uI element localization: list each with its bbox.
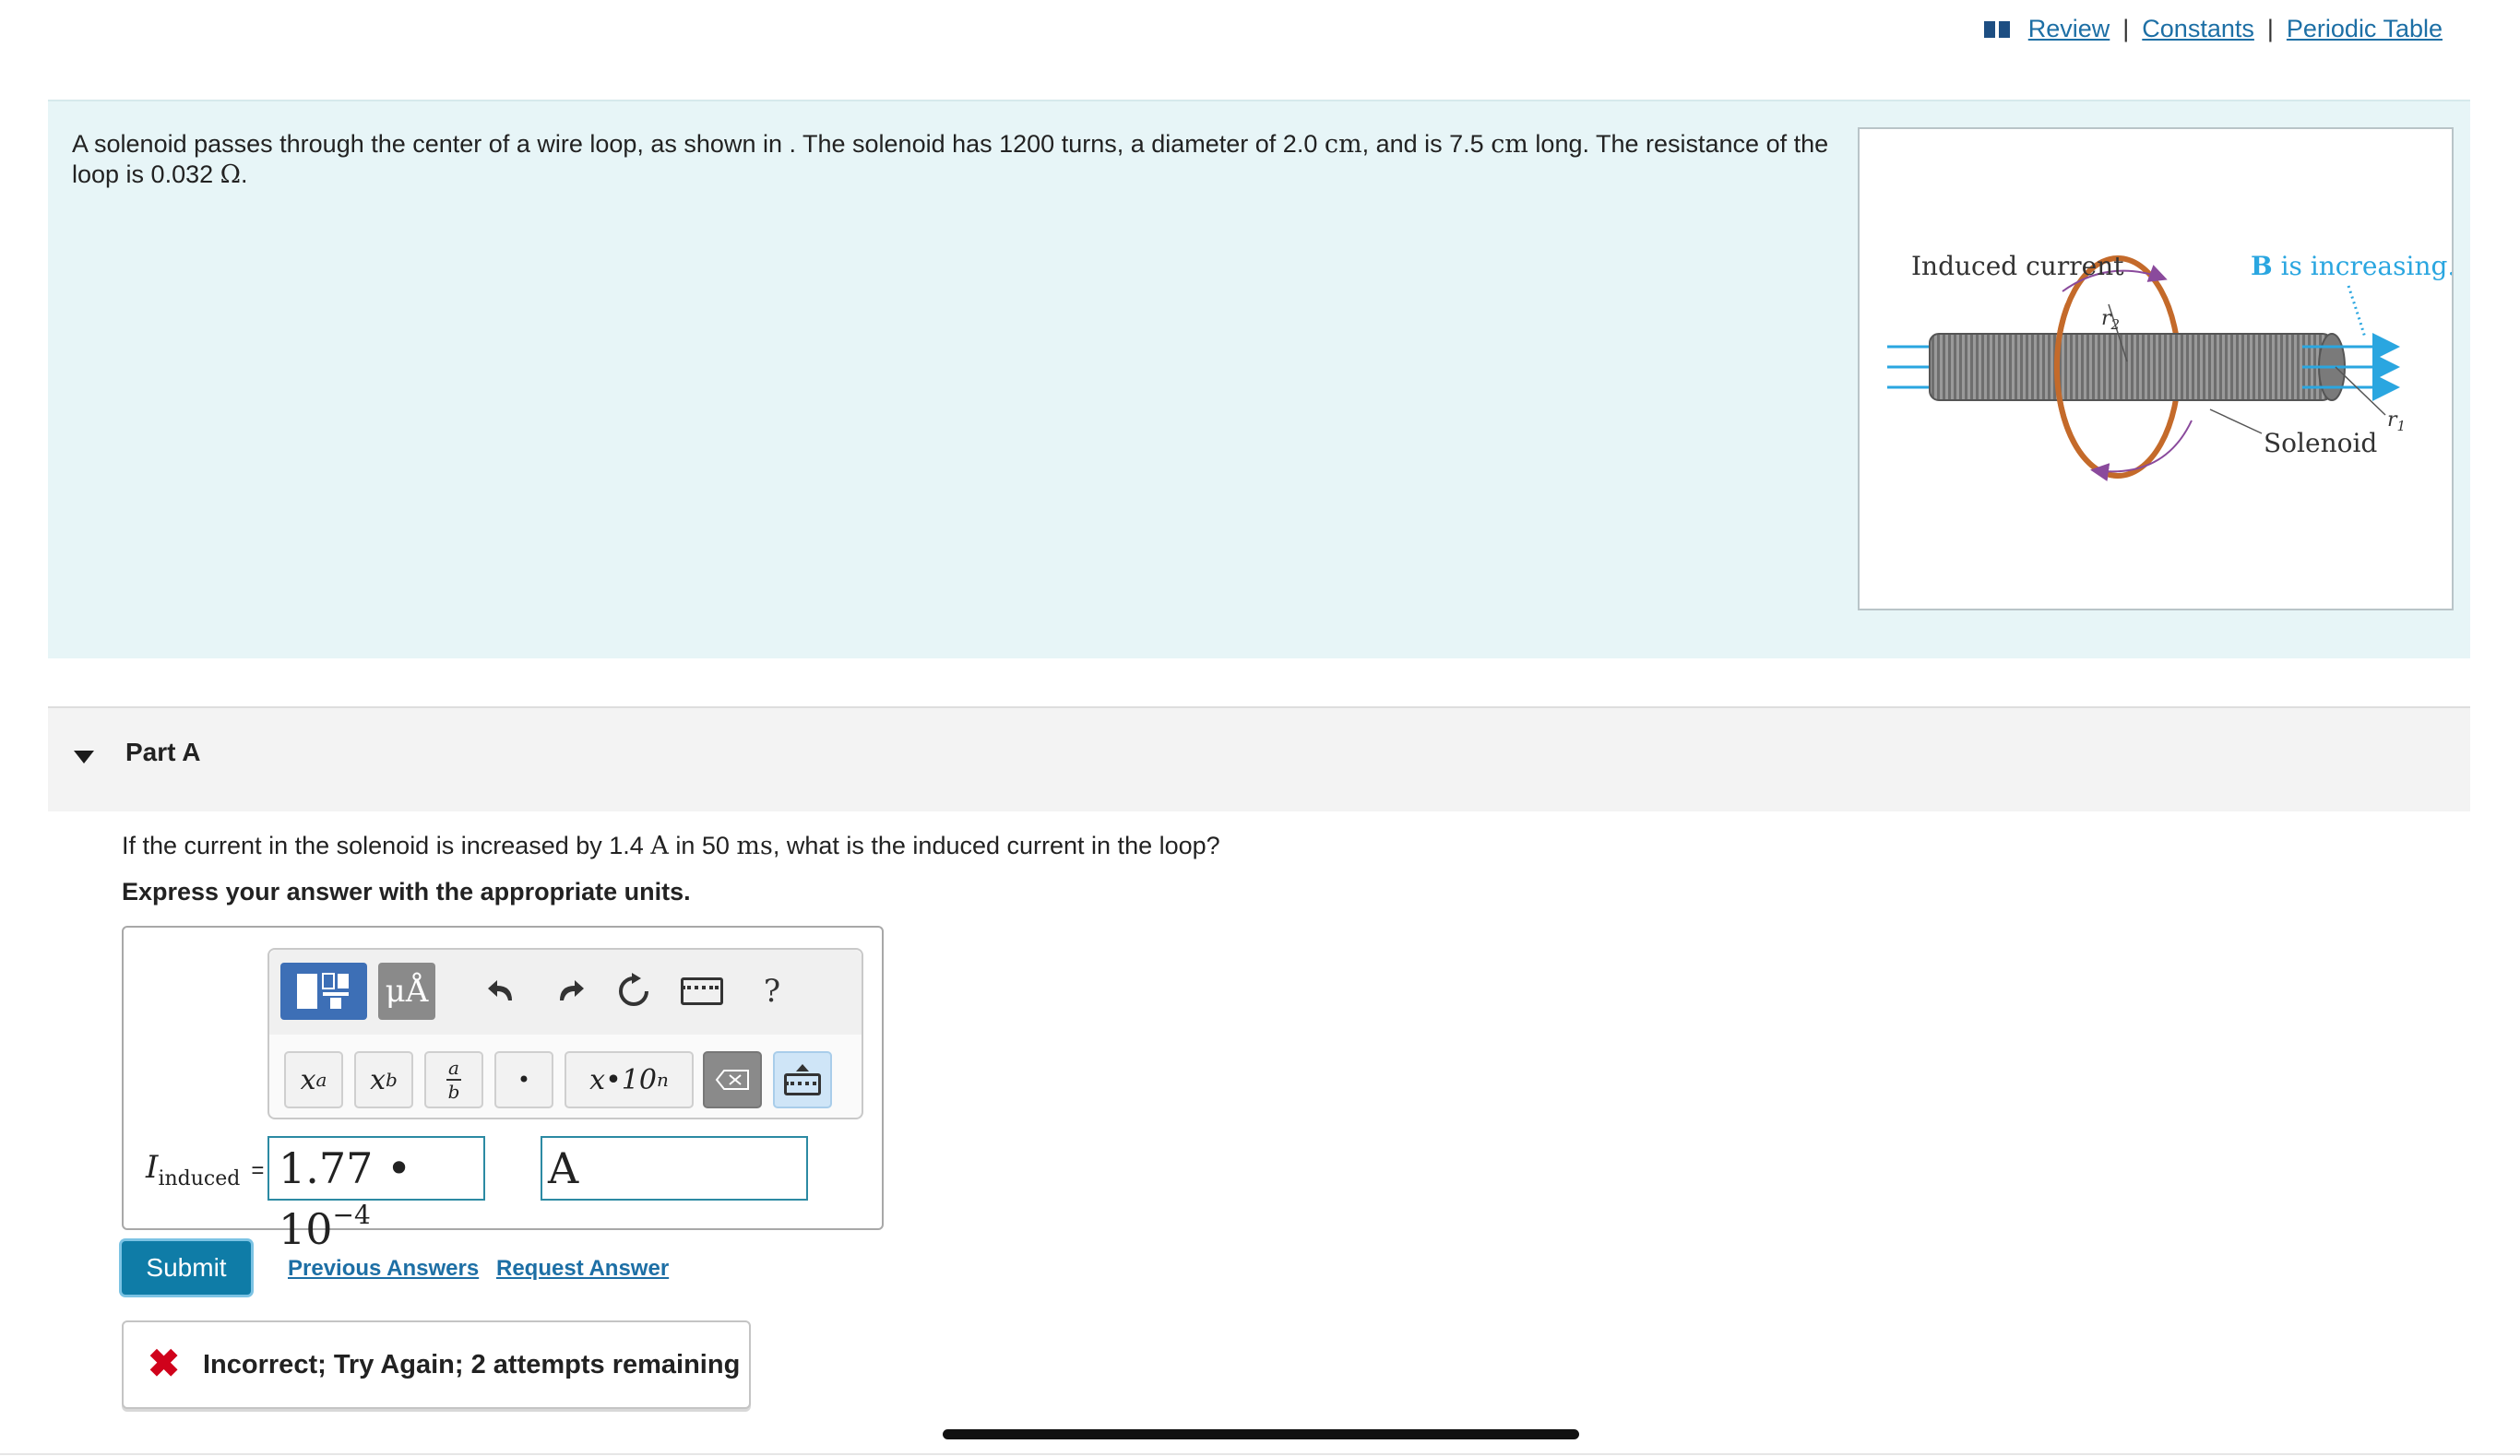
dot-button[interactable]: • xyxy=(494,1051,553,1108)
sci-exp: n xyxy=(656,1069,669,1091)
answer-label-symbol: I xyxy=(146,1149,159,1186)
unit-cm: cm xyxy=(1324,130,1362,159)
scientific-notation-button[interactable]: x•10 n xyxy=(565,1051,694,1108)
answer-value-input[interactable]: 1.77 • 10−4 xyxy=(267,1136,485,1254)
superscript-exp: a xyxy=(315,1069,327,1091)
help-button[interactable]: ? xyxy=(749,968,795,1014)
math-toolbar: μÅ ? xa xb a b • x•10 n xyxy=(267,948,863,1119)
b-pointer xyxy=(2347,285,2367,338)
intro-text-segment: , and is 7.5 xyxy=(1361,130,1492,158)
incorrect-x-icon: ✖ xyxy=(148,1342,181,1385)
fraction-denominator: b xyxy=(447,1081,460,1103)
backspace-icon[interactable] xyxy=(703,1051,762,1108)
superscript-base: x xyxy=(300,1063,316,1096)
feedback-message: Incorrect; Try Again; 2 attempts remaini… xyxy=(203,1350,741,1379)
answer-label-subscript: induced xyxy=(158,1166,241,1190)
keyboard-toggle-icon[interactable] xyxy=(773,1051,832,1108)
unit-ohm: Ω xyxy=(220,160,242,189)
question-segment: in 50 xyxy=(668,832,737,859)
units-button[interactable]: μÅ xyxy=(378,963,435,1020)
answer-exponent: −4 xyxy=(332,1200,371,1230)
review-link[interactable]: Review xyxy=(2028,15,2110,43)
answer-instruction: Express your answer with the appropriate… xyxy=(122,878,691,906)
answer-panel: μÅ ? xa xb a b • x•10 n Iinduced = 1.77 … xyxy=(122,926,884,1254)
subscript-base: x xyxy=(370,1063,386,1096)
b-increasing-label: B is increasing. xyxy=(2251,251,2452,281)
fraction-button[interactable]: a b xyxy=(424,1051,483,1108)
reset-icon[interactable] xyxy=(611,968,657,1014)
problem-statement: A solenoid passes through the center of … xyxy=(72,129,1880,190)
induced-current-label: Induced current xyxy=(1911,251,2124,281)
submit-button[interactable]: Submit xyxy=(122,1241,251,1295)
solenoid-figure: Induced current B is increasing. r2 r1 S… xyxy=(1858,127,2455,610)
problem-intro: A solenoid passes through the center of … xyxy=(48,100,2470,658)
request-answer-link[interactable]: Request Answer xyxy=(496,1256,669,1282)
unit-cm: cm xyxy=(1491,130,1528,159)
solenoid-label: Solenoid xyxy=(2264,428,2377,458)
link-separator: | xyxy=(2266,15,2274,42)
r1-line xyxy=(2335,366,2386,416)
intro-text-segment: . xyxy=(241,160,248,188)
unit-ampere: A xyxy=(650,832,669,860)
feedback-box: ✖ Incorrect; Try Again; 2 attempts remai… xyxy=(122,1320,751,1409)
keyboard-icon[interactable] xyxy=(679,968,725,1014)
undo-icon[interactable] xyxy=(480,968,526,1014)
home-indicator[interactable] xyxy=(943,1429,1579,1439)
r1-label: r1 xyxy=(2387,408,2406,434)
periodic-table-link[interactable]: Periodic Table xyxy=(2287,15,2443,43)
constants-link[interactable]: Constants xyxy=(2142,15,2254,43)
answer-label-equals: = xyxy=(251,1158,265,1183)
subscript-index: b xyxy=(386,1069,398,1091)
book-icon xyxy=(1983,20,2010,38)
subscript-button[interactable]: xb xyxy=(354,1051,413,1108)
templates-icon xyxy=(297,973,349,1009)
top-links: Review | Constants | Periodic Table xyxy=(1983,15,2443,43)
redo-icon[interactable] xyxy=(546,968,592,1014)
sci-base: x•10 xyxy=(589,1063,657,1096)
part-a-header[interactable]: Part A xyxy=(48,706,2470,811)
bottom-divider xyxy=(0,1453,2520,1455)
templates-button[interactable] xyxy=(280,963,367,1020)
previous-answers-link[interactable]: Previous Answers xyxy=(288,1256,479,1282)
answer-label: Iinduced = xyxy=(146,1149,264,1190)
solenoid-diagram: Induced current B is increasing. r2 r1 S… xyxy=(1887,251,2455,481)
answer-mantissa: 1.77 • 10 xyxy=(279,1143,412,1254)
question-segment: , what is the induced current in the loo… xyxy=(772,832,1220,859)
solenoid-coil xyxy=(1929,333,2333,401)
superscript-button[interactable]: xa xyxy=(284,1051,343,1108)
part-title: Part A xyxy=(125,738,201,766)
unit-ms: ms xyxy=(736,832,773,860)
answer-unit-input[interactable]: A xyxy=(541,1136,808,1201)
collapse-triangle-icon[interactable] xyxy=(74,751,94,764)
solenoid-pointer xyxy=(2209,408,2263,434)
question-segment: If the current in the solenoid is increa… xyxy=(122,832,651,859)
link-separator: | xyxy=(2122,15,2130,42)
fraction-numerator: a xyxy=(448,1057,459,1079)
r2-label: r2 xyxy=(2101,307,2120,333)
question-text: If the current in the solenoid is increa… xyxy=(122,832,1220,860)
intro-text-segment: A solenoid passes through the center of … xyxy=(72,130,1325,158)
